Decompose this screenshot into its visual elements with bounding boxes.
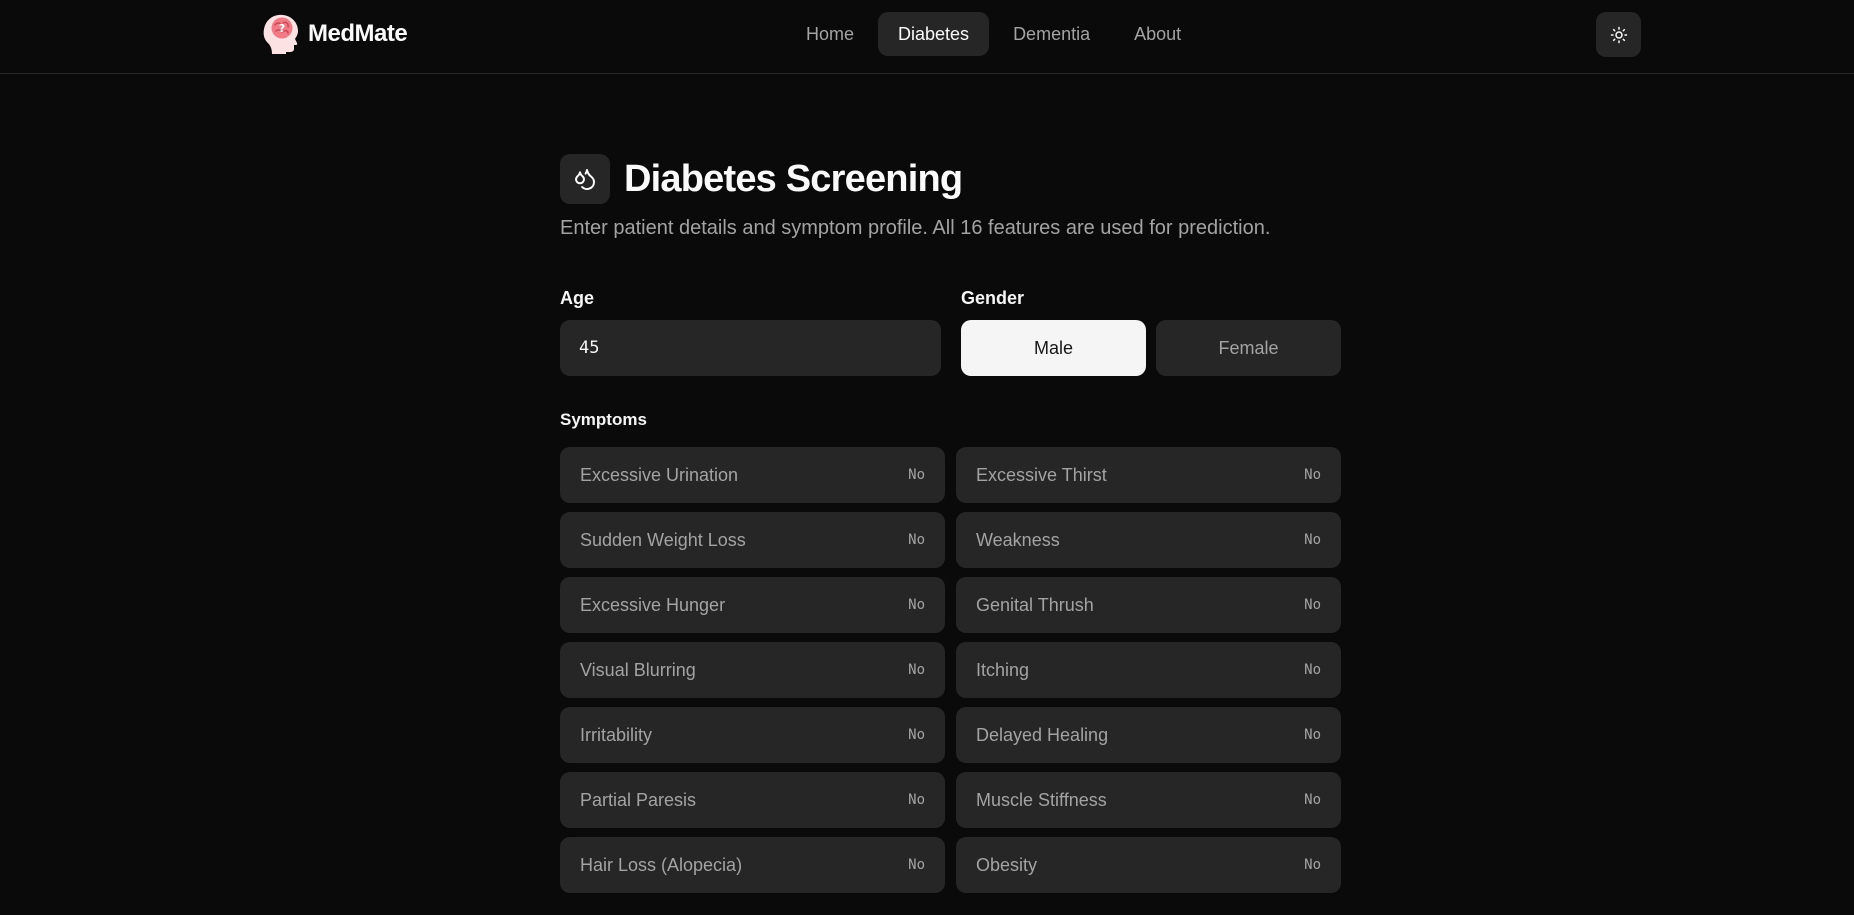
page-title: Diabetes Screening	[624, 157, 963, 200]
theme-toggle-button[interactable]	[1596, 12, 1641, 57]
symptom-label: Excessive Thirst	[976, 464, 1107, 485]
symptom-value: No	[1304, 727, 1321, 743]
symptom-label: Sudden Weight Loss	[580, 529, 746, 550]
age-label: Age	[560, 288, 595, 308]
gender-male-button[interactable]: Male	[961, 320, 1146, 376]
sun-icon	[1610, 26, 1627, 43]
symptoms-grid: Excessive Urination No Excessive Thirst …	[560, 447, 1341, 893]
symptom-visual-blurring[interactable]: Visual Blurring No	[560, 642, 945, 698]
symptom-value: No	[1304, 792, 1321, 808]
symptom-excessive-hunger[interactable]: Excessive Hunger No	[560, 577, 945, 633]
symptom-partial-paresis[interactable]: Partial Paresis No	[560, 772, 945, 828]
symptom-value: No	[1304, 597, 1321, 613]
symptom-excessive-thirst[interactable]: Excessive Thirst No	[956, 447, 1341, 503]
age-input[interactable]	[560, 320, 941, 376]
symptom-label: Excessive Hunger	[580, 594, 726, 615]
nav-dementia[interactable]: Dementia	[993, 12, 1110, 56]
main-content: Diabetes Screening Enter patient details…	[560, 154, 1341, 893]
symptom-excessive-urination[interactable]: Excessive Urination No	[560, 447, 945, 503]
symptom-value: No	[1304, 662, 1321, 678]
main-nav: Home Diabetes Dementia About	[786, 12, 1201, 56]
nav-home[interactable]: Home	[786, 12, 874, 56]
symptom-label: Visual Blurring	[580, 659, 696, 680]
brain-head-icon: ?	[263, 14, 298, 54]
symptom-label: Partial Paresis	[580, 789, 697, 810]
symptom-delayed-healing[interactable]: Delayed Healing No	[956, 707, 1341, 763]
symptom-label: Delayed Healing	[976, 724, 1109, 745]
brand[interactable]: ? MedMate	[262, 12, 408, 56]
symptom-label: Genital Thrush	[976, 594, 1094, 615]
brand-name: MedMate	[308, 20, 408, 47]
symptom-value: No	[1304, 467, 1321, 483]
droplets-icon	[575, 169, 596, 190]
symptom-genital-thrush[interactable]: Genital Thrush No	[956, 577, 1341, 633]
nav-about[interactable]: About	[1114, 12, 1201, 56]
symptom-irritability[interactable]: Irritability No	[560, 707, 945, 763]
symptom-label: Obesity	[976, 854, 1038, 875]
patient-details: Age Gender Male Female	[560, 288, 1341, 376]
page-subtitle: Enter patient details and symptom profil…	[560, 217, 1271, 239]
symptom-label: Itching	[976, 659, 1030, 680]
symptom-obesity[interactable]: Obesity No	[956, 837, 1341, 893]
svg-text:?: ?	[279, 22, 285, 35]
symptom-label: Excessive Urination	[580, 464, 739, 485]
symptom-label: Weakness	[976, 529, 1060, 550]
top-navbar: ? MedMate Home Diabetes Dementia About	[0, 0, 1854, 74]
symptom-value: No	[908, 662, 925, 678]
gender-label: Gender	[961, 288, 1025, 308]
symptom-weakness[interactable]: Weakness No	[956, 512, 1341, 568]
symptom-label: Irritability	[580, 724, 653, 745]
symptom-value: No	[1304, 532, 1321, 548]
symptom-label: Hair Loss (Alopecia)	[580, 854, 743, 875]
page-header: Diabetes Screening	[560, 154, 1341, 204]
symptom-itching[interactable]: Itching No	[956, 642, 1341, 698]
symptom-muscle-stiffness[interactable]: Muscle Stiffness No	[956, 772, 1341, 828]
symptom-hair-loss[interactable]: Hair Loss (Alopecia) No	[560, 837, 945, 893]
symptoms-heading: Symptoms	[560, 410, 647, 429]
symptom-value: No	[908, 467, 925, 483]
page-icon	[560, 154, 610, 204]
symptom-value: No	[908, 532, 925, 548]
symptom-value: No	[908, 727, 925, 743]
nav-diabetes[interactable]: Diabetes	[878, 12, 990, 56]
symptom-value: No	[908, 857, 925, 873]
symptom-sudden-weight-loss[interactable]: Sudden Weight Loss No	[560, 512, 945, 568]
symptom-value: No	[908, 597, 925, 613]
symptom-value: No	[1304, 857, 1321, 873]
gender-female-button[interactable]: Female	[1156, 320, 1341, 376]
symptom-label: Muscle Stiffness	[976, 789, 1107, 810]
symptom-value: No	[908, 792, 925, 808]
